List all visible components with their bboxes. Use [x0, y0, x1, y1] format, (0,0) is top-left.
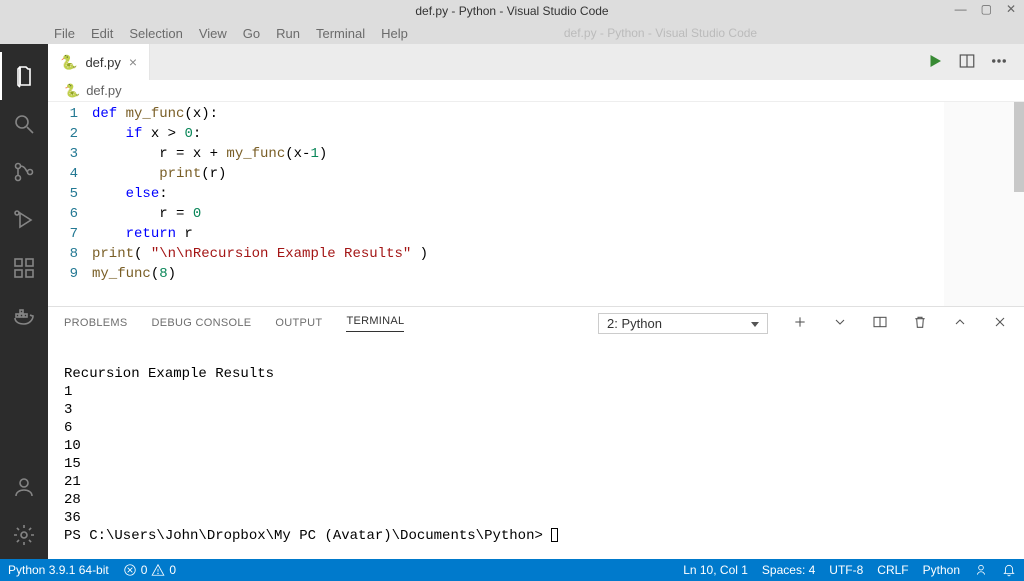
menu-edit[interactable]: Edit — [85, 26, 119, 41]
bottom-panel: PROBLEMS DEBUG CONSOLE OUTPUT TERMINAL 2… — [48, 306, 1024, 559]
accounts-icon[interactable] — [0, 463, 48, 511]
new-terminal-icon[interactable] — [792, 314, 808, 333]
window-controls: — ▢ ✕ — [955, 2, 1016, 16]
split-editor-icon[interactable] — [958, 52, 976, 73]
menu-view[interactable]: View — [193, 26, 233, 41]
minimap-scroll-indicator[interactable] — [1014, 102, 1024, 192]
line-number-gutter: 123456789 — [48, 102, 92, 306]
tab-defpy[interactable]: 🐍 def.py × — [48, 44, 150, 80]
title-bar: def.py - Python - Visual Studio Code — ▢… — [0, 0, 1024, 22]
status-interpreter[interactable]: Python 3.9.1 64-bit — [8, 563, 109, 577]
maximize-panel-icon[interactable] — [952, 314, 968, 333]
menu-bar: File Edit Selection View Go Run Terminal… — [0, 22, 1024, 44]
python-file-icon: 🐍 — [64, 83, 80, 99]
split-terminal-icon[interactable] — [872, 314, 888, 333]
close-tab-icon[interactable]: × — [129, 54, 137, 70]
close-window-icon[interactable]: ✕ — [1006, 2, 1016, 16]
panel-tab-terminal[interactable]: TERMINAL — [346, 315, 404, 332]
settings-gear-icon[interactable] — [0, 511, 48, 559]
search-icon[interactable] — [0, 100, 48, 148]
run-file-icon[interactable] — [926, 52, 944, 73]
code-editor[interactable]: 123456789 def my_func(x): if x > 0: r = … — [48, 102, 1024, 306]
tab-bar: 🐍 def.py × — [48, 44, 1024, 80]
menu-file[interactable]: File — [48, 26, 81, 41]
breadcrumb[interactable]: 🐍 def.py — [48, 80, 1024, 102]
menu-run[interactable]: Run — [270, 26, 306, 41]
menu-go[interactable]: Go — [237, 26, 266, 41]
source-control-icon[interactable] — [0, 148, 48, 196]
kill-terminal-icon[interactable] — [912, 314, 928, 333]
chevron-down-icon[interactable] — [832, 314, 848, 333]
tab-label: def.py — [85, 55, 120, 70]
code-content[interactable]: def my_func(x): if x > 0: r = x + my_fun… — [92, 102, 1024, 306]
panel-tab-output[interactable]: OUTPUT — [275, 317, 322, 329]
activity-bar — [0, 44, 48, 559]
breadcrumb-file: def.py — [86, 83, 121, 98]
status-notifications-icon[interactable] — [1002, 563, 1016, 577]
status-problems[interactable]: 0 0 — [123, 563, 176, 577]
status-encoding[interactable]: UTF-8 — [829, 563, 863, 577]
status-eol[interactable]: CRLF — [877, 563, 908, 577]
minimap[interactable] — [944, 102, 1024, 306]
status-cursor[interactable]: Ln 10, Col 1 — [683, 563, 748, 577]
panel-tabs: PROBLEMS DEBUG CONSOLE OUTPUT TERMINAL 2… — [48, 307, 1024, 339]
status-language[interactable]: Python — [923, 563, 960, 577]
status-spaces[interactable]: Spaces: 4 — [762, 563, 815, 577]
extensions-icon[interactable] — [0, 244, 48, 292]
more-actions-icon[interactable] — [990, 52, 1008, 73]
maximize-icon[interactable]: ▢ — [981, 2, 992, 16]
window-title: def.py - Python - Visual Studio Code — [415, 4, 608, 18]
panel-tab-problems[interactable]: PROBLEMS — [64, 317, 128, 329]
menu-help[interactable]: Help — [375, 26, 414, 41]
run-debug-icon[interactable] — [0, 196, 48, 244]
terminal-selector[interactable]: 2: Python — [598, 313, 768, 334]
docker-icon[interactable] — [0, 292, 48, 340]
panel-tab-debug-console[interactable]: DEBUG CONSOLE — [152, 317, 252, 329]
status-feedback-icon[interactable] — [974, 563, 988, 577]
explorer-icon[interactable] — [0, 52, 48, 100]
status-bar: Python 3.9.1 64-bit 0 0 Ln 10, Col 1 Spa… — [0, 559, 1024, 581]
minimize-icon[interactable]: — — [955, 2, 967, 16]
menu-selection[interactable]: Selection — [123, 26, 188, 41]
python-file-icon: 🐍 — [60, 54, 77, 71]
close-panel-icon[interactable] — [992, 314, 1008, 333]
ghost-title: def.py - Python - Visual Studio Code — [558, 26, 763, 40]
menu-terminal[interactable]: Terminal — [310, 26, 371, 41]
terminal-output[interactable]: Recursion Example Results1361015212836PS… — [48, 339, 1024, 559]
